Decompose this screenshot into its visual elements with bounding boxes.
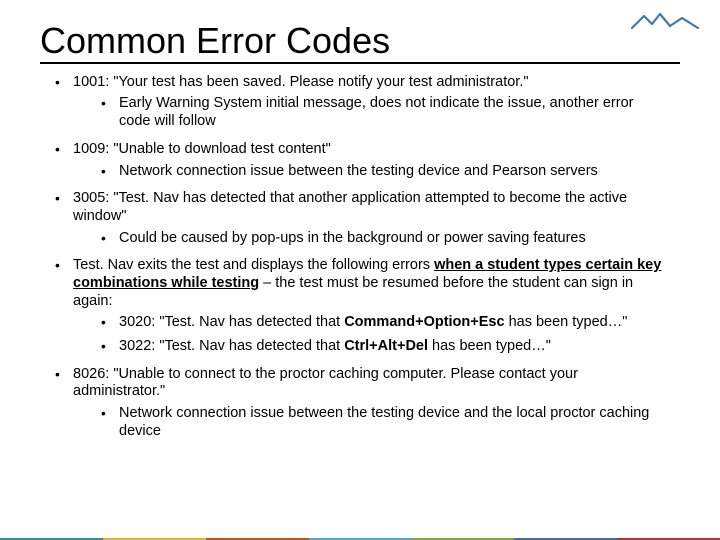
bullet-text-pre: Test. Nav exits the test and displays th…: [73, 257, 434, 273]
bullet-text: 1001: "Your test has been saved. Please …: [73, 74, 529, 90]
slide: Common Error Codes 1001: "Your test has …: [0, 8, 720, 540]
slide-title: Common Error Codes: [40, 8, 680, 60]
bullet-text: 1009: "Unable to download test content": [73, 141, 331, 157]
mountain-logo-icon: [630, 10, 700, 34]
sub-text: Network connection issue between the tes…: [119, 163, 598, 179]
sub-bullet-3022: 3022: "Test. Nav has detected that Ctrl+…: [101, 338, 665, 356]
sub-text: Could be caused by pop-ups in the backgr…: [119, 230, 586, 246]
sub-pre: 3020: "Test. Nav has detected that: [119, 314, 344, 330]
sub-post: has been typed…": [428, 338, 551, 354]
sub-bold: Command+Option+Esc: [344, 314, 504, 330]
bullet-text: 3005: "Test. Nav has detected that anoth…: [73, 190, 627, 224]
bullet-8026: 8026: "Unable to connect to the proctor …: [55, 366, 665, 441]
sub-pre: 3022: "Test. Nav has detected that: [119, 338, 344, 354]
sub-bullet: Network connection issue between the tes…: [101, 405, 665, 440]
title-rule: Common Error Codes: [40, 8, 680, 64]
sub-bullet: Could be caused by pop-ups in the backgr…: [101, 230, 665, 248]
sub-bullet-3020: 3020: "Test. Nav has detected that Comma…: [101, 314, 665, 332]
sub-text: Early Warning System initial message, do…: [119, 95, 633, 129]
sub-bold: Ctrl+Alt+Del: [344, 338, 428, 354]
bullet-testnav-exit: Test. Nav exits the test and displays th…: [55, 257, 665, 355]
bullet-1001: 1001: "Your test has been saved. Please …: [55, 74, 665, 131]
sub-post: has been typed…": [505, 314, 628, 330]
bullet-text: 8026: "Unable to connect to the proctor …: [73, 366, 578, 400]
sub-text: Network connection issue between the tes…: [119, 405, 649, 439]
bullet-3005: 3005: "Test. Nav has detected that anoth…: [55, 190, 665, 247]
sub-bullet: Early Warning System initial message, do…: [101, 95, 665, 130]
bullet-1009: 1009: "Unable to download test content" …: [55, 141, 665, 180]
sub-bullet: Network connection issue between the tes…: [101, 163, 665, 181]
content-area: 1001: "Your test has been saved. Please …: [55, 74, 665, 441]
